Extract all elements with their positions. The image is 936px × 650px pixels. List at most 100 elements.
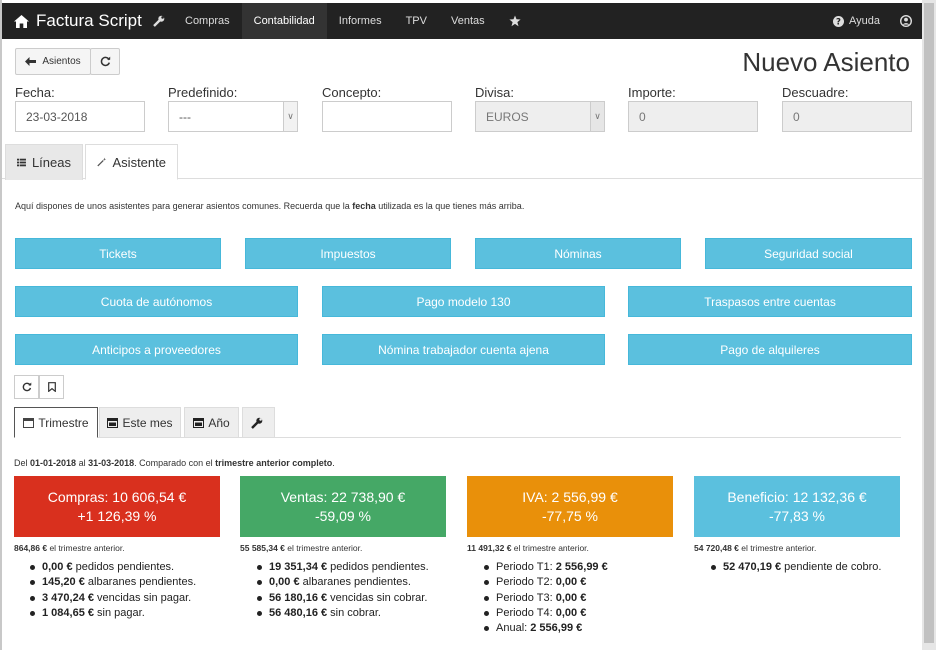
wizard-pago-modelo-130-button[interactable]: Pago modelo 130 [322, 286, 605, 317]
wizard-tickets-button[interactable]: Tickets [15, 238, 221, 269]
wizard-nominas-button[interactable]: Nóminas [475, 238, 681, 269]
iva-details: Periodo T1: 2 556,99 € Periodo T2: 0,00 … [482, 560, 608, 636]
list-item: 56 180,16 € vencidas sin cobrar. [255, 591, 429, 606]
tab-settings[interactable] [242, 407, 275, 438]
refresh-icon [22, 382, 31, 392]
scrollbar-thumb[interactable] [924, 3, 934, 643]
app-window: Factura Script Compras Contabilidad Info… [0, 0, 936, 650]
brand-name: Factura Script [36, 11, 142, 30]
back-label: Asientos [42, 56, 81, 67]
calendar-icon [23, 418, 35, 428]
beneficio-box: Beneficio: 12 132,36 € -77,83 % [694, 476, 900, 537]
calendar-icon [193, 418, 205, 428]
fecha-input[interactable]: 23-03-2018 [15, 101, 145, 132]
wrench-icon [250, 417, 262, 429]
main-tabs: Líneas Asistente [2, 144, 924, 180]
brand-link[interactable]: Factura Script [2, 3, 145, 39]
list-item: Periodo T2: 0,00 € [482, 575, 608, 590]
wizard-impuestos-button[interactable]: Impuestos [245, 238, 451, 269]
compras-box: Compras: 10 606,54 € +1 126,39 % [14, 476, 220, 537]
beneficio-total: Beneficio: 12 132,36 € [727, 488, 867, 505]
ventas-details: 19 351,34 € pedidos pendientes. 0,00 € a… [255, 560, 429, 621]
beneficio-change: -77,83 % [768, 507, 826, 524]
list-item: Periodo T3: 0,00 € [482, 591, 608, 606]
ventas-box: Ventas: 22 738,90 € -59,09 % [240, 476, 446, 537]
page-title: Nuevo Asiento [742, 47, 910, 77]
tab-trimestre[interactable]: Trimestre [14, 407, 98, 438]
divisa-label: Divisa: [475, 85, 515, 100]
importe-label: Importe: [628, 85, 676, 100]
list-item: Anual: 2 556,99 € [482, 621, 608, 636]
help-label: Ayuda [849, 15, 880, 27]
list-item: 1 084,65 € sin pagar. [28, 606, 196, 621]
divisa-select[interactable]: EUROS ∨ [475, 101, 605, 132]
tab-asistente[interactable]: Asistente [85, 144, 178, 180]
predefinido-label: Predefinido: [168, 85, 238, 100]
nav-tpv[interactable]: TPV [394, 3, 439, 39]
iva-box: IVA: 2 556,99 € -77,75 % [467, 476, 673, 537]
descuadre-input: 0 [782, 101, 912, 132]
list-item: 56 480,16 € sin cobrar. [255, 606, 429, 621]
nav-ventas[interactable]: Ventas [439, 3, 497, 39]
tab-lineas[interactable]: Líneas [5, 144, 83, 180]
divisa-value: EUROS [486, 109, 529, 124]
wizard-alquileres-button[interactable]: Pago de alquileres [628, 334, 912, 365]
nav-contabilidad[interactable]: Contabilidad [241, 3, 327, 39]
concepto-input[interactable] [322, 101, 452, 132]
iva-change: -77,75 % [541, 507, 599, 524]
iva-total: IVA: 2 556,99 € [522, 488, 618, 505]
tab-este-mes[interactable]: Este mes [99, 407, 181, 438]
fecha-label: Fecha: [15, 85, 55, 100]
tab-trimestre-label: Trimestre [38, 415, 89, 430]
tab-lineas-label: Líneas [31, 155, 71, 170]
nav-informes[interactable]: Informes [327, 3, 394, 39]
refresh-icon [100, 56, 110, 67]
list-item: Periodo T4: 0,00 € [482, 606, 608, 621]
list-item: 0,00 € albaranes pendientes. [255, 575, 429, 590]
home-icon [14, 14, 29, 28]
compras-total: Compras: 10 606,54 € [47, 488, 187, 505]
svg-text:?: ? [836, 17, 841, 26]
refresh-button[interactable] [90, 48, 120, 75]
user-icon[interactable] [900, 15, 924, 27]
concepto-label: Concepto: [322, 85, 382, 100]
bookmark-icon [47, 382, 56, 392]
iva-previous: 11 491,32 € el trimestre anterior. [467, 543, 589, 553]
back-to-asientos-button[interactable]: Asientos [15, 48, 91, 75]
ventas-previous: 55 585,34 € el trimestre anterior. [240, 543, 363, 553]
list-item: Periodo T1: 2 556,99 € [482, 560, 608, 575]
calendar-icon [107, 418, 119, 428]
descuadre-label: Descuadre: [782, 85, 849, 100]
list-item: 145,20 € albaranes pendientes. [28, 575, 196, 590]
wizard-nomina-ajena-button[interactable]: Nómina trabajador cuenta ajena [322, 334, 605, 365]
tab-ano[interactable]: Año [184, 407, 239, 438]
period-summary: Del 01-01-2018 al 31-03-2018. Comparado … [14, 458, 335, 468]
tab-este-mes-label: Este mes [122, 415, 173, 430]
nav-compras[interactable]: Compras [173, 3, 242, 39]
list-item: 52 470,19 € pendiente de cobro. [709, 560, 881, 575]
period-tabs: Trimestre Este mes Año [14, 407, 901, 438]
list-item: 0,00 € pedidos pendientes. [28, 560, 196, 575]
wizard-seguridad-social-button[interactable]: Seguridad social [705, 238, 912, 269]
wizard-cuota-autonomos-button[interactable]: Cuota de autónomos [15, 286, 298, 317]
magic-wand-icon [97, 157, 107, 167]
compras-change: +1 126,39 % [77, 507, 157, 524]
chevron-down-icon: ∨ [283, 102, 297, 131]
importe-input: 0 [628, 101, 758, 132]
vertical-scrollbar[interactable] [922, 0, 936, 650]
list-item: 19 351,34 € pedidos pendientes. [255, 560, 429, 575]
wizard-traspasos-button[interactable]: Traspasos entre cuentas [628, 286, 912, 317]
compras-details: 0,00 € pedidos pendientes. 145,20 € alba… [28, 560, 196, 621]
bookmark-button[interactable] [39, 375, 64, 399]
tools-icon[interactable] [145, 3, 173, 39]
chevron-down-icon: ∨ [590, 102, 604, 131]
reload-widget-button[interactable] [14, 375, 39, 399]
help-link[interactable]: ? Ayuda [833, 15, 900, 27]
beneficio-previous: 54 720,48 € el trimestre anterior. [694, 543, 817, 553]
star-icon[interactable] [497, 3, 533, 39]
predefinido-select[interactable]: --- ∨ [168, 101, 298, 132]
list-icon [17, 158, 26, 167]
beneficio-details: 52 470,19 € pendiente de cobro. [709, 560, 881, 575]
ventas-total: Ventas: 22 738,90 € [280, 488, 406, 505]
wizard-anticipos-button[interactable]: Anticipos a proveedores [15, 334, 298, 365]
